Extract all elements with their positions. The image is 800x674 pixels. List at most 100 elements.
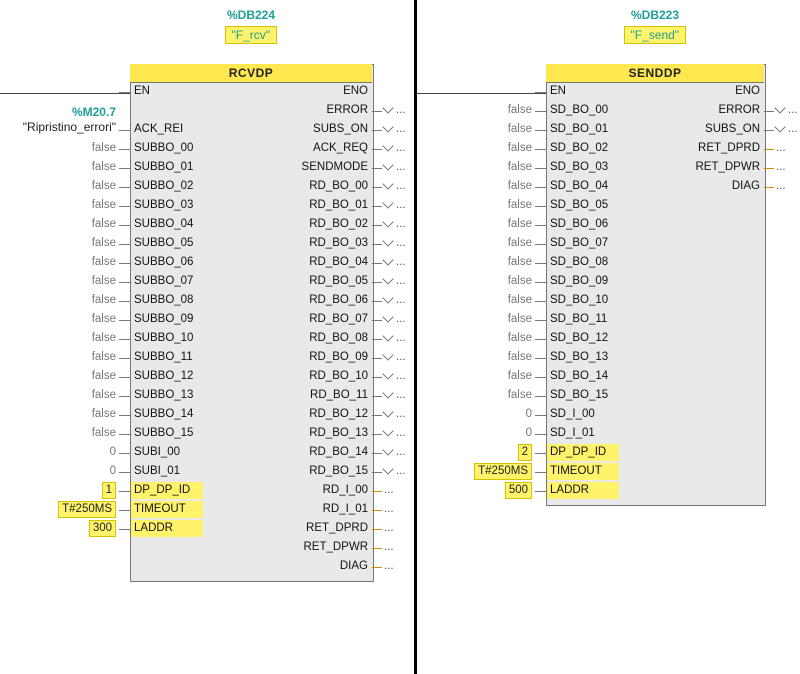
right-inval-SD_BO_07: false bbox=[0, 234, 532, 253]
dash bbox=[372, 529, 382, 530]
right-inval-SD_BO_05: false bbox=[0, 196, 532, 215]
left-out-stub-RET_DPWR: ... bbox=[384, 538, 394, 557]
dash bbox=[535, 187, 546, 188]
dash bbox=[535, 415, 546, 416]
left-out-stub-RD_I_01: ... bbox=[384, 500, 394, 519]
right-in-LADDR: LADDR bbox=[550, 481, 660, 500]
dash bbox=[535, 168, 546, 169]
right-inval-SD_BO_09: false bbox=[0, 272, 532, 291]
right-in-SD_BO_08: SD_BO_08 bbox=[550, 253, 660, 272]
dash bbox=[372, 567, 382, 568]
right-block-title: SENDDP bbox=[546, 64, 764, 83]
dash bbox=[535, 339, 546, 340]
right-idb-name: "F_send" bbox=[624, 26, 687, 44]
rail-right bbox=[417, 93, 546, 94]
left-idb: %DB224 bbox=[130, 8, 372, 22]
left-block-title: RCVDP bbox=[130, 64, 372, 83]
right-in-TIMEOUT: TIMEOUT bbox=[550, 462, 660, 481]
left-out-stub-DIAG: ... bbox=[384, 557, 394, 576]
left-out-RET_DPWR: RET_DPWR bbox=[130, 538, 368, 557]
dash bbox=[535, 282, 546, 283]
rail-left bbox=[0, 93, 130, 94]
right-inval-SD_I_00: 0 bbox=[0, 405, 532, 424]
dash bbox=[535, 358, 546, 359]
dash bbox=[535, 377, 546, 378]
dash bbox=[535, 225, 546, 226]
right-out-RET_DPWR: RET_DPWR bbox=[546, 158, 760, 177]
dash bbox=[535, 149, 546, 150]
dash bbox=[535, 92, 546, 93]
dash bbox=[764, 168, 774, 169]
left-idb-name: "F_rcv" bbox=[225, 26, 278, 44]
right-in-SD_BO_15: SD_BO_15 bbox=[550, 386, 660, 405]
right-in-SD_BO_14: SD_BO_14 bbox=[550, 367, 660, 386]
right-inval-SD_BO_00: false bbox=[0, 101, 532, 120]
left-inval-LADDR: 300 bbox=[0, 519, 116, 538]
right-in-SD_BO_13: SD_BO_13 bbox=[550, 348, 660, 367]
dash bbox=[535, 206, 546, 207]
right-in-SD_BO_06: SD_BO_06 bbox=[550, 215, 660, 234]
dash bbox=[119, 529, 130, 530]
right-out-RET_DPRD: RET_DPRD bbox=[546, 139, 760, 158]
right-inval-SD_BO_01: false bbox=[0, 120, 532, 139]
right-in-SD_I_00: SD_I_00 bbox=[550, 405, 660, 424]
dash bbox=[535, 453, 546, 454]
dash bbox=[119, 510, 130, 511]
dash bbox=[372, 510, 382, 511]
right-inval-SD_BO_04: false bbox=[0, 177, 532, 196]
dash bbox=[535, 130, 546, 131]
dash bbox=[535, 301, 546, 302]
right-out-ERROR: ERROR bbox=[546, 101, 760, 120]
dash bbox=[119, 92, 130, 93]
right-in-SD_BO_07: SD_BO_07 bbox=[550, 234, 660, 253]
dash bbox=[372, 548, 382, 549]
dash bbox=[535, 320, 546, 321]
right-in-SD_BO_09: SD_BO_09 bbox=[550, 272, 660, 291]
right-inval-SD_BO_02: false bbox=[0, 139, 532, 158]
right-inval-SD_BO_08: false bbox=[0, 253, 532, 272]
left-inval-TIMEOUT: T#250MS bbox=[0, 500, 116, 519]
right-inval-SD_I_01: 0 bbox=[0, 424, 532, 443]
right-in-SD_BO_11: SD_BO_11 bbox=[550, 310, 660, 329]
right-inval-TIMEOUT: T#250MS bbox=[0, 462, 532, 481]
right-out-ENO: ENO bbox=[546, 82, 760, 101]
left-out-DIAG: DIAG bbox=[130, 557, 368, 576]
right-out-stub-SUBS_ON: ... bbox=[776, 120, 798, 139]
left-out-RET_DPRD: RET_DPRD bbox=[130, 519, 368, 538]
left-out-ENO: ENO bbox=[130, 82, 368, 101]
dash bbox=[764, 111, 774, 112]
right-inval-SD_BO_11: false bbox=[0, 310, 532, 329]
dash bbox=[764, 187, 774, 188]
dash bbox=[535, 263, 546, 264]
left-out-stub-RET_DPRD: ... bbox=[384, 519, 394, 538]
right-out-stub-ERROR: ... bbox=[776, 101, 798, 120]
right-inval-SD_BO_13: false bbox=[0, 348, 532, 367]
right-inval-DP_DP_ID: 2 bbox=[0, 443, 532, 462]
right-in-DP_DP_ID: DP_DP_ID bbox=[550, 443, 660, 462]
right-in-SD_BO_10: SD_BO_10 bbox=[550, 291, 660, 310]
dash bbox=[535, 472, 546, 473]
dash bbox=[535, 434, 546, 435]
dash bbox=[764, 149, 774, 150]
diagram-root: RCVDP%DB224"F_rcv"ENACK_REI%M20.7"Ripris… bbox=[0, 0, 800, 674]
right-out-stub-RET_DPRD: ... bbox=[776, 139, 786, 158]
right-inval-SD_BO_12: false bbox=[0, 329, 532, 348]
right-idb: %DB223 bbox=[546, 8, 764, 22]
right-inval-SD_BO_15: false bbox=[0, 386, 532, 405]
dash bbox=[535, 396, 546, 397]
right-in-SD_BO_05: SD_BO_05 bbox=[550, 196, 660, 215]
right-in-SD_I_01: SD_I_01 bbox=[550, 424, 660, 443]
left-out-RD_I_01: RD_I_01 bbox=[130, 500, 368, 519]
right-out-stub-DIAG: ... bbox=[776, 177, 786, 196]
right-out-SUBS_ON: SUBS_ON bbox=[546, 120, 760, 139]
right-out-stub-RET_DPWR: ... bbox=[776, 158, 786, 177]
dash bbox=[764, 130, 774, 131]
right-out-DIAG: DIAG bbox=[546, 177, 760, 196]
right-inval-SD_BO_10: false bbox=[0, 291, 532, 310]
dash bbox=[535, 111, 546, 112]
right-inval-SD_BO_14: false bbox=[0, 367, 532, 386]
dash bbox=[535, 491, 546, 492]
right-inval-SD_BO_03: false bbox=[0, 158, 532, 177]
dash bbox=[535, 244, 546, 245]
right-inval-LADDR: 500 bbox=[0, 481, 532, 500]
